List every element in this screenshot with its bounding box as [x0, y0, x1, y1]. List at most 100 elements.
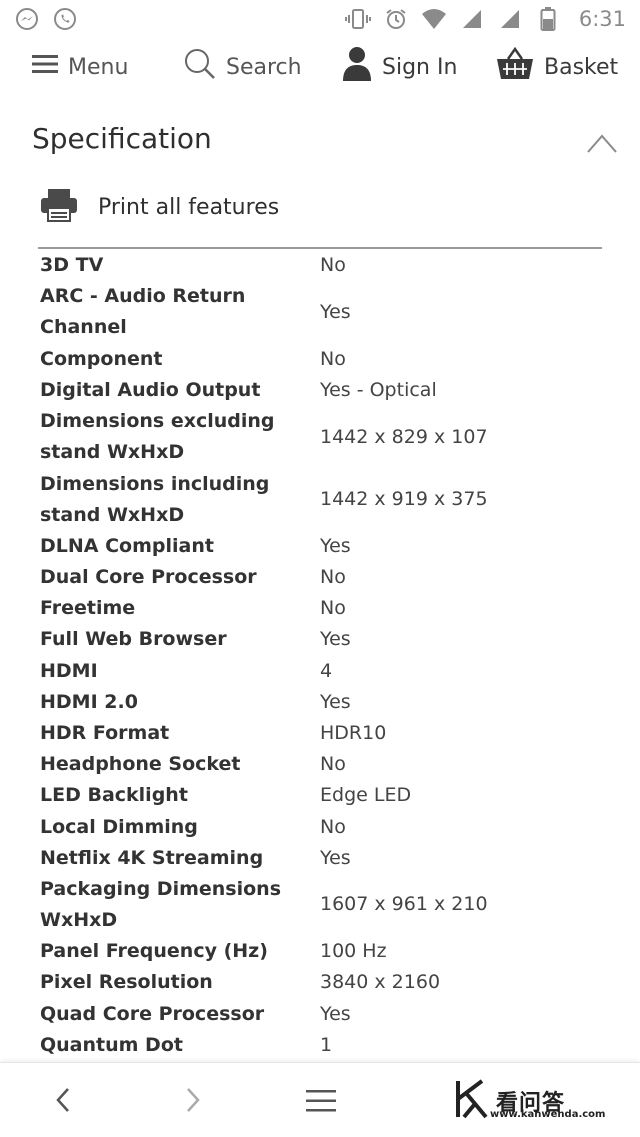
basket-icon — [496, 46, 534, 87]
spec-value: No — [320, 815, 346, 838]
spec-value: Yes - Optical — [320, 378, 437, 401]
spec-label: Component — [40, 347, 163, 370]
spec-row: DLNA Compliant Yes — [38, 531, 608, 562]
basket-button[interactable]: Basket — [496, 46, 619, 87]
spec-label: Quad Core Processor — [40, 1002, 265, 1025]
search-icon — [184, 48, 216, 86]
spec-value: Yes — [320, 1002, 351, 1025]
spec-row: Dimensions excluding stand WxHxD 1442 x 8… — [38, 406, 608, 468]
signin-label: Sign In — [382, 54, 458, 80]
spec-row: Headphone Socket No — [38, 749, 608, 780]
spec-label: Full Web Browser — [40, 628, 227, 651]
spec-value: Yes — [320, 690, 351, 713]
signin-button[interactable]: Sign In — [342, 46, 457, 88]
status-time: 6:31 — [578, 7, 626, 31]
print-all-features-link[interactable]: Print all features — [40, 188, 279, 226]
browser-bottom-bar: 看问答 www.kanwenda.com — [0, 1062, 640, 1137]
spec-row: Netflix 4K Streaming Yes — [38, 843, 608, 874]
spec-value: Yes — [320, 846, 351, 869]
spec-row: HDMI 2.0 Yes — [38, 687, 608, 718]
alarm-icon — [383, 6, 409, 32]
spec-value: No — [320, 566, 346, 589]
spec-value: 100 Hz — [320, 940, 387, 963]
spec-label: LED Backlight — [40, 784, 188, 807]
spec-value: HDR10 — [320, 721, 387, 744]
user-icon — [342, 46, 372, 88]
watermark-url: www.kanwenda.com — [490, 1109, 606, 1120]
divider — [38, 247, 602, 249]
printer-icon — [40, 188, 78, 226]
section-title: Specification — [32, 122, 212, 155]
spec-row: ARC - Audio Return Channel Yes — [38, 281, 608, 343]
spec-value: Yes — [320, 628, 351, 651]
back-icon[interactable] — [52, 1085, 74, 1119]
print-label: Print all features — [98, 194, 280, 220]
spec-value: No — [320, 254, 346, 277]
spec-label: Dimensions excluding stand WxHxD — [40, 410, 275, 464]
watermark-logo-icon — [454, 1079, 490, 1123]
whatsapp-icon — [52, 6, 78, 32]
spec-row: Dimensions including stand WxHxD 1442 x 9… — [38, 468, 608, 530]
spec-value: No — [320, 597, 346, 620]
spec-row: Packaging Dimensions WxHxD 1607 x 961 x 2… — [38, 874, 608, 936]
spec-value: 3840 x 2160 — [320, 971, 441, 994]
spec-label: Quantum Dot — [40, 1033, 183, 1056]
signal-r-icon — [497, 6, 523, 32]
spec-row: Pixel Resolution 3840 x 2160 — [38, 967, 608, 998]
spec-label: Headphone Socket — [40, 753, 241, 776]
spec-value: 4 — [320, 659, 333, 682]
spec-row: Quantum Dot 1 — [38, 1030, 608, 1061]
spec-row: Component No — [38, 344, 608, 375]
menu-label: Menu — [68, 54, 129, 80]
chevron-up-icon[interactable] — [586, 132, 618, 156]
spec-label: Netflix 4K Streaming — [40, 846, 264, 869]
spec-label: Panel Frequency (Hz) — [40, 940, 268, 963]
menu-button[interactable]: Menu — [32, 54, 128, 80]
signal-icon — [459, 6, 485, 32]
spec-row: Digital Audio Output Yes - Optical — [38, 375, 608, 406]
spec-table: 3D TV No ARC - Audio Return Channel Yes Co… — [38, 250, 608, 1061]
forward-icon[interactable] — [182, 1085, 204, 1119]
browser-menu-icon[interactable] — [306, 1089, 336, 1117]
spec-row: Panel Frequency (Hz) 100 Hz — [38, 936, 608, 967]
spec-label: Digital Audio Output — [40, 378, 261, 401]
spec-value: 1442 x 919 x 375 — [320, 488, 488, 511]
spec-value: No — [320, 753, 346, 776]
battery-icon — [535, 6, 561, 32]
spec-value: No — [320, 347, 346, 370]
spec-label: DLNA Compliant — [40, 534, 214, 557]
spec-row: Dual Core Processor No — [38, 562, 608, 593]
spec-label: HDMI — [40, 659, 98, 682]
spec-label: Packaging Dimensions WxHxD — [40, 877, 282, 931]
spec-row: Full Web Browser Yes — [38, 624, 608, 655]
status-bar: 6:31 — [0, 0, 640, 38]
spec-row: 3D TV No — [38, 250, 608, 281]
spec-value: 1442 x 829 x 107 — [320, 425, 488, 448]
specification-header[interactable]: Specification — [32, 118, 622, 166]
wifi-icon — [421, 6, 447, 32]
spec-value: 1 — [320, 1033, 333, 1056]
messenger-icon — [14, 6, 40, 32]
spec-label: Dimensions including stand WxHxD — [40, 472, 270, 526]
spec-label: Freetime — [40, 597, 136, 620]
search-label: Search — [226, 54, 302, 80]
spec-label: Local Dimming — [40, 815, 198, 838]
spec-row: Local Dimming No — [38, 811, 608, 842]
spec-row: HDR Format HDR10 — [38, 718, 608, 749]
spec-row: Quad Core Processor Yes — [38, 999, 608, 1030]
watermark: 看问答 www.kanwenda.com — [454, 1079, 605, 1123]
spec-label: Dual Core Processor — [40, 566, 257, 589]
hamburger-icon — [32, 54, 58, 80]
spec-value: Yes — [320, 534, 351, 557]
spec-label: Pixel Resolution — [40, 971, 213, 994]
spec-label: HDR Format — [40, 721, 170, 744]
spec-label: 3D TV — [40, 254, 104, 277]
spec-value: Edge LED — [320, 784, 412, 807]
spec-value: Yes — [320, 300, 351, 323]
spec-value: 1607 x 961 x 210 — [320, 893, 488, 916]
basket-label: Basket — [544, 54, 619, 80]
spec-row: HDMI 4 — [38, 655, 608, 686]
spec-label: ARC - Audio Return Channel — [40, 285, 246, 339]
search-button[interactable]: Search — [184, 48, 302, 86]
spec-row: Freetime No — [38, 593, 608, 624]
